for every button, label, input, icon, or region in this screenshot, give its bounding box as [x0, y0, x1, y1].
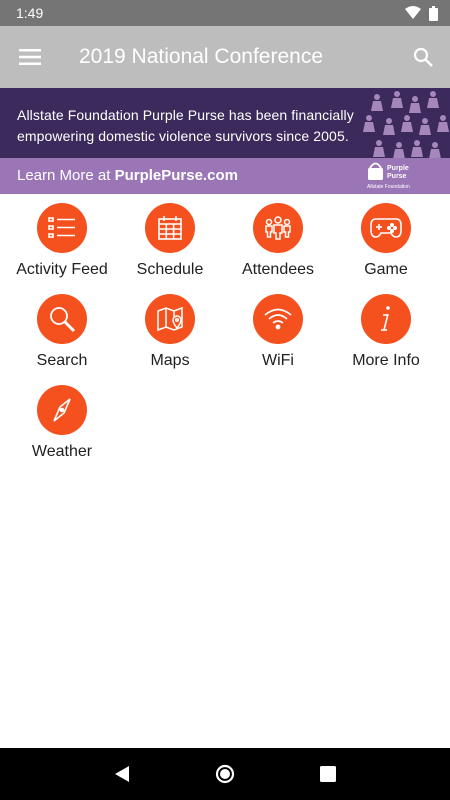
map-icon — [145, 294, 195, 344]
tile-label: WiFi — [262, 352, 294, 369]
tile-label: Schedule — [136, 261, 204, 278]
wifi-icon — [253, 294, 303, 344]
home-icon — [215, 764, 235, 784]
banner-bottom: Learn More at PurplePurse.com Purple Pur… — [0, 158, 450, 194]
purse-icon — [368, 162, 383, 180]
learn-more-url: PurplePurse.com — [114, 167, 238, 184]
banner-line-2: empowering domestic violence survivors s… — [17, 128, 349, 144]
tile-label: Activity Feed — [16, 261, 108, 278]
back-button[interactable] — [102, 754, 142, 794]
search-button[interactable] — [396, 26, 450, 88]
tile-label: Weather — [31, 443, 93, 460]
tile-game[interactable]: Game — [332, 203, 440, 285]
tile-label: Game — [364, 261, 408, 278]
magnifier-icon — [37, 294, 87, 344]
app-bar: 2019 National Conference — [0, 26, 450, 88]
logo-text: Purple Purse — [387, 165, 409, 181]
purple-purse-logo: Purple Purse Allstate Foundation — [367, 161, 427, 191]
info-icon — [361, 294, 411, 344]
battery-icon — [429, 5, 438, 21]
activity-feed-icon — [37, 203, 87, 253]
logo-subtitle: Allstate Foundation — [367, 184, 410, 190]
status-time: 1:49 — [16, 5, 44, 21]
people-silhouettes-graphic — [363, 91, 449, 158]
tile-schedule[interactable]: Schedule — [116, 203, 224, 285]
compass-icon — [37, 385, 87, 435]
purple-purse-banner[interactable]: Allstate Foundation Purple Purse has bee… — [0, 88, 450, 194]
attendees-icon — [253, 203, 303, 253]
tile-activity-feed[interactable]: Activity Feed — [8, 203, 116, 285]
gamepad-icon — [361, 203, 411, 253]
tile-label: Attendees — [241, 261, 315, 278]
wifi-icon — [405, 6, 421, 19]
learn-more-link[interactable]: Learn More at PurplePurse.com — [17, 167, 238, 184]
app-title: 2019 National Conference — [79, 45, 324, 68]
logo-line-1: Purple — [387, 165, 409, 172]
logo-line-2: Purse — [387, 173, 407, 180]
tile-search[interactable]: Search — [8, 294, 116, 376]
menu-icon — [19, 49, 41, 65]
tile-label: Search — [36, 352, 88, 369]
feature-grid: Activity Feed Schedule Attendees Game Se… — [8, 203, 442, 467]
tile-attendees[interactable]: Attendees — [224, 203, 332, 285]
tile-weather[interactable]: Weather — [8, 385, 116, 467]
tile-more-info[interactable]: More Info — [332, 294, 440, 376]
banner-top: Allstate Foundation Purple Purse has bee… — [0, 88, 450, 158]
tile-label: More Info — [352, 352, 420, 369]
learn-more-prefix: Learn More at — [17, 167, 115, 184]
search-icon — [413, 47, 433, 67]
tile-wifi[interactable]: WiFi — [224, 294, 332, 376]
calendar-icon — [145, 203, 195, 253]
menu-button[interactable] — [0, 26, 60, 88]
banner-line-1: Allstate Foundation Purple Purse has bee… — [17, 107, 354, 123]
back-icon — [114, 766, 129, 782]
system-nav-bar — [0, 748, 450, 800]
recents-icon — [320, 766, 337, 782]
recents-button[interactable] — [308, 754, 348, 794]
home-button[interactable] — [205, 754, 245, 794]
status-bar: 1:49 — [0, 0, 450, 26]
tile-maps[interactable]: Maps — [116, 294, 224, 376]
status-icons — [405, 5, 438, 21]
tile-label: Maps — [150, 352, 190, 369]
